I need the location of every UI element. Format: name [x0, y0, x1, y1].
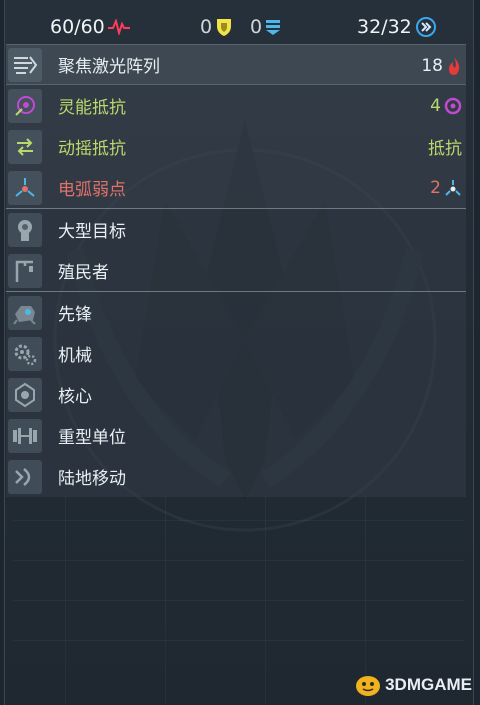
list-item[interactable]: 大型目标: [6, 209, 466, 250]
list-item[interactable]: 核心: [6, 374, 466, 415]
list-item[interactable]: 机械: [6, 333, 466, 374]
list-item[interactable]: 聚焦激光阵列 18: [6, 44, 466, 85]
grid-line: [13, 640, 465, 641]
attribute-value: 18: [421, 45, 462, 86]
heartbeat-icon: [107, 19, 130, 35]
flame-icon: [446, 56, 462, 76]
attribute-label: 陆地移动: [58, 469, 126, 489]
attribute-label: 大型目标: [58, 222, 126, 242]
psi-swirl-icon: [444, 97, 462, 115]
watermark-logo-icon: [356, 676, 381, 696]
grid-line: [265, 495, 266, 705]
attribute-value: 抵抗: [428, 126, 462, 167]
grid-line: [165, 495, 166, 705]
shield-stat: 0: [200, 10, 233, 44]
attribute-label: 机械: [58, 346, 92, 366]
armor-stack-icon: [265, 18, 281, 36]
list-item[interactable]: 重型单位: [6, 415, 466, 456]
attribute-label: 核心: [58, 387, 92, 407]
list-item[interactable]: 殖民者: [6, 250, 466, 291]
shield-icon: [215, 17, 233, 37]
list-item[interactable]: 先锋: [6, 292, 466, 333]
list-item[interactable]: 灵能抵抗 4: [6, 85, 466, 126]
arc-icon: [8, 170, 42, 205]
attribute-label: 聚焦激光阵列: [58, 57, 160, 77]
armor-value: 0: [250, 16, 263, 38]
arc-small-icon: [444, 179, 462, 197]
list-item[interactable]: 动摇抵抗 抵抗: [6, 126, 466, 167]
colonist-icon: [8, 253, 42, 288]
shield-value: 0: [200, 16, 213, 38]
list-item[interactable]: 陆地移动: [6, 456, 466, 497]
energy-stat: 32/32: [357, 10, 437, 44]
health-value: 60/60: [50, 16, 105, 38]
laser-icon: [8, 47, 42, 82]
arc-weakness-value: 2: [430, 177, 441, 198]
mechanical-icon: [8, 336, 42, 371]
heavy-unit-icon: [8, 418, 42, 453]
stagger-icon: [8, 129, 42, 164]
large-target-icon: [8, 212, 42, 247]
attack-value: 18: [421, 55, 443, 76]
attribute-label: 先锋: [58, 305, 92, 325]
unit-stats-header: 60/60 0 0 32/32: [0, 10, 480, 44]
attribute-value: 2: [430, 167, 462, 208]
armor-stat: 0: [250, 10, 281, 44]
attribute-value: 4: [430, 85, 462, 126]
energy-value: 32/32: [357, 16, 412, 38]
attribute-label: 动摇抵抗: [58, 139, 126, 159]
vanguard-icon: [8, 295, 42, 330]
ground-move-icon: [8, 459, 42, 494]
attribute-label: 电弧弱点: [58, 180, 126, 200]
attribute-label: 殖民者: [58, 263, 109, 283]
core-icon: [8, 377, 42, 412]
watermark-text: 3DMGAME: [385, 675, 472, 694]
attribute-label: 重型单位: [58, 428, 126, 448]
grid-line: [65, 495, 66, 705]
stagger-resist-value: 抵抗: [428, 139, 462, 159]
grid-line: [13, 600, 465, 601]
health-stat: 60/60: [50, 10, 130, 44]
list-item[interactable]: 电弧弱点 2: [6, 167, 466, 208]
grid-line: [13, 560, 465, 561]
site-watermark: 3DMGAME: [354, 673, 472, 697]
energy-icon: [415, 16, 437, 38]
psi-resist-value: 4: [430, 95, 441, 116]
grid-line: [13, 520, 465, 521]
attribute-label: 灵能抵抗: [58, 98, 126, 118]
psi-icon: [8, 88, 42, 123]
attribute-list: 聚焦激光阵列 18 灵能抵抗 4 动摇抵抗 抵抗 电弧弱点 2 大型目标 殖民者…: [6, 44, 466, 497]
